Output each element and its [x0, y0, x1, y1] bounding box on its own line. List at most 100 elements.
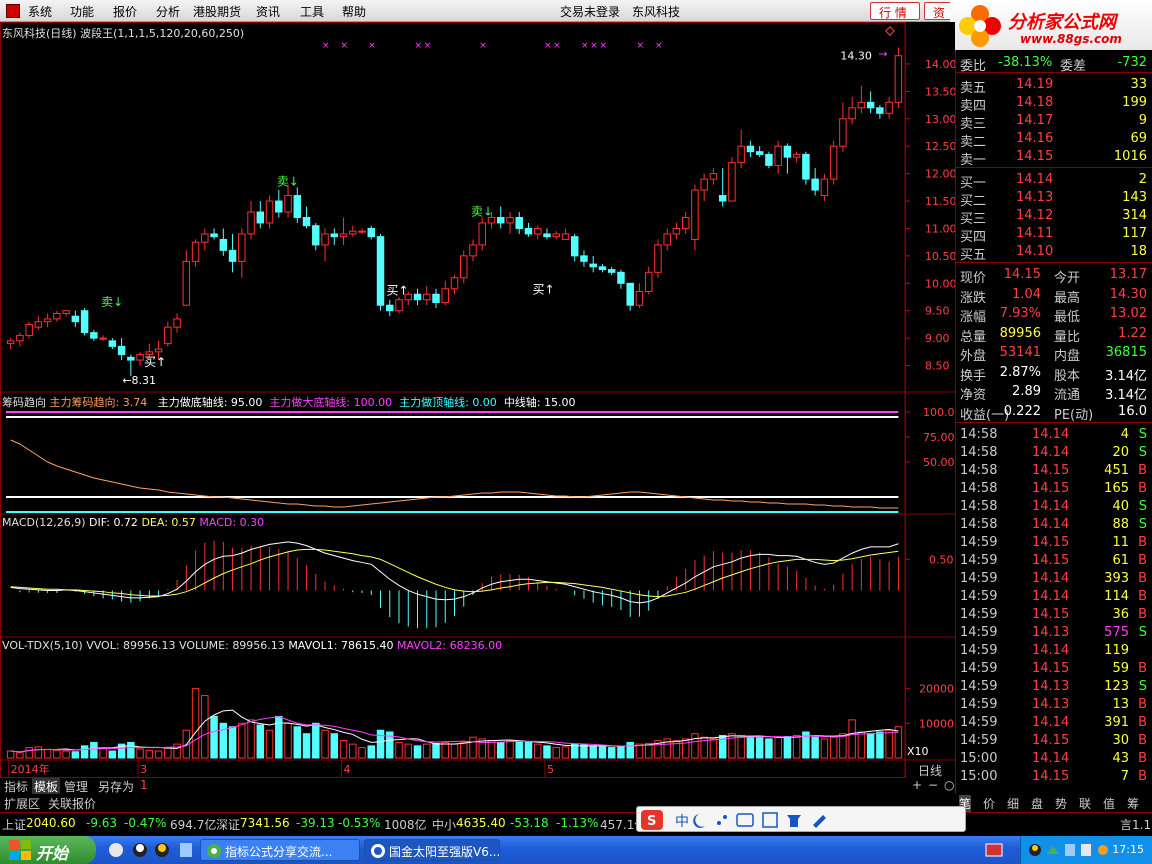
candle-body: [709, 173, 718, 180]
tick-row: 14:59 14.15 36 B: [956, 606, 1152, 624]
ask-row[interactable]: 卖三 14.17 9: [956, 112, 1152, 132]
candle-body: [552, 233, 560, 238]
side-tab[interactable]: 势: [1055, 795, 1067, 812]
bid-row[interactable]: 买四 14.11 117: [956, 225, 1152, 245]
bid-price: 14.11: [1016, 226, 1054, 241]
bid-row[interactable]: 买一 14.14 2: [956, 171, 1152, 191]
ask-row[interactable]: 卖二 14.16 69: [956, 130, 1152, 150]
tick-side: B: [1138, 715, 1147, 730]
zoom-out-button[interactable]: −: [926, 778, 940, 792]
menu-system[interactable]: 系统: [28, 3, 52, 20]
candle-body: [108, 340, 117, 347]
volume-bar: [589, 745, 597, 759]
volume-bar: [219, 722, 228, 759]
app-icon[interactable]: [6, 4, 20, 18]
quick-launch-icons[interactable]: [104, 836, 194, 864]
menu-help[interactable]: 帮助: [342, 3, 366, 20]
ask-row[interactable]: 卖一 14.15 1016: [956, 148, 1152, 168]
tab-template[interactable]: 模板: [32, 778, 61, 795]
candle-body: [506, 216, 514, 224]
svg-text:S: S: [647, 814, 656, 829]
menu-quote[interactable]: 报价: [113, 3, 137, 20]
volume-bar: [598, 746, 607, 759]
tick-time: 14:59: [960, 553, 998, 568]
candle-body: [598, 266, 607, 271]
volume-bar: [607, 747, 616, 759]
sell-marker: 卖↓: [277, 174, 299, 188]
side-tab[interactable]: 盘: [1031, 795, 1043, 812]
signal-marker: ×: [599, 41, 607, 51]
show-desktop-icon[interactable]: [984, 840, 1004, 860]
candle-body: [691, 189, 699, 240]
tray-icons[interactable]: [1025, 836, 1115, 864]
task-trading-app[interactable]: 国金太阳至强版V6...: [364, 839, 500, 861]
candle-body: [607, 269, 616, 273]
candle-body: [99, 337, 107, 340]
side-tab[interactable]: 值: [1103, 795, 1115, 812]
menu-function[interactable]: 功能: [70, 3, 94, 20]
volume-bar: [423, 743, 431, 759]
candle-body: [127, 356, 135, 361]
x-tick-label: 5: [547, 763, 554, 776]
tab-indicator[interactable]: 指标: [2, 778, 30, 795]
system-tray: 17:15: [1020, 836, 1152, 864]
start-button[interactable]: 开始: [0, 836, 96, 864]
ask-row[interactable]: 卖五 14.19 33: [956, 76, 1152, 96]
candle-body: [718, 195, 727, 202]
tick-time: 14:59: [960, 535, 998, 550]
indicator-tabs: 指标 模板 管理 另存为 1 + − ○: [0, 778, 956, 795]
menu-hk-futures[interactable]: 港股期货: [193, 3, 241, 20]
tick-time: 14:59: [960, 643, 998, 658]
ask-row[interactable]: 卖四 14.18 199: [956, 94, 1152, 114]
stat-value: 0.222: [1003, 403, 1041, 419]
bid-price: 14.14: [1016, 172, 1054, 187]
volume-bar: [238, 722, 246, 759]
sz-index-value: 7341.56: [240, 816, 290, 830]
bid-row[interactable]: 买五 14.10 18: [956, 243, 1152, 263]
volume-bar: [487, 740, 496, 759]
tick-volume: 13: [1112, 697, 1129, 712]
quote-button[interactable]: 行 情: [870, 2, 920, 20]
tick-row: 14:59 14.14 119: [956, 642, 1152, 660]
menu-tools[interactable]: 工具: [300, 3, 324, 20]
reset-button[interactable]: ○: [942, 778, 956, 792]
volume-bar: [561, 746, 570, 759]
volume-bar: [681, 738, 690, 759]
side-tab[interactable]: 联: [1079, 795, 1091, 812]
volume-bar: [99, 747, 107, 759]
tick-price: 14.13: [1032, 625, 1070, 640]
side-tab[interactable]: 细: [1007, 795, 1019, 812]
high-price-label: 14.30: [840, 49, 872, 62]
tab-related-quote[interactable]: 关联报价: [48, 795, 96, 812]
tick-price: 14.14: [1032, 751, 1070, 766]
task-browser[interactable]: 指标公式分享交流...: [200, 839, 360, 861]
bid-row[interactable]: 买二 14.13 143: [956, 189, 1152, 209]
candle-body: [561, 233, 570, 240]
menu-analysis[interactable]: 分析: [156, 3, 180, 20]
stat-row: 总量 89956 量比 1.22: [956, 325, 1152, 345]
ime-grid-icon: [762, 812, 778, 828]
tick-volume: 43: [1112, 751, 1129, 766]
tab-save-as[interactable]: 另存为: [96, 778, 136, 795]
tick-time: 14:59: [960, 661, 998, 676]
stat-value: 13.17: [1109, 267, 1147, 282]
volume-bar: [506, 740, 514, 759]
candle-body: [626, 282, 634, 306]
side-tab[interactable]: 价: [983, 795, 995, 812]
bid-row[interactable]: 买三 14.12 314: [956, 207, 1152, 227]
candle-body: [80, 310, 89, 334]
period-selector[interactable]: 日线: [918, 762, 942, 779]
ime-toolbar[interactable]: S 中: [636, 806, 966, 832]
tab-manage[interactable]: 管理: [62, 778, 90, 795]
ime-moon-icon: [693, 814, 705, 828]
tick-side: S: [1138, 679, 1147, 694]
tick-side: B: [1138, 661, 1147, 676]
volume-bar: [127, 741, 135, 759]
tab-extension[interactable]: 扩展区: [4, 795, 40, 812]
side-tab[interactable]: 筹: [1127, 795, 1139, 812]
tab-page-1[interactable]: 1: [138, 778, 150, 792]
menu-news[interactable]: 资讯: [256, 3, 280, 20]
bid-volume: 117: [1122, 226, 1147, 241]
zoom-in-button[interactable]: +: [910, 778, 924, 792]
tick-price: 14.15: [1032, 607, 1070, 622]
